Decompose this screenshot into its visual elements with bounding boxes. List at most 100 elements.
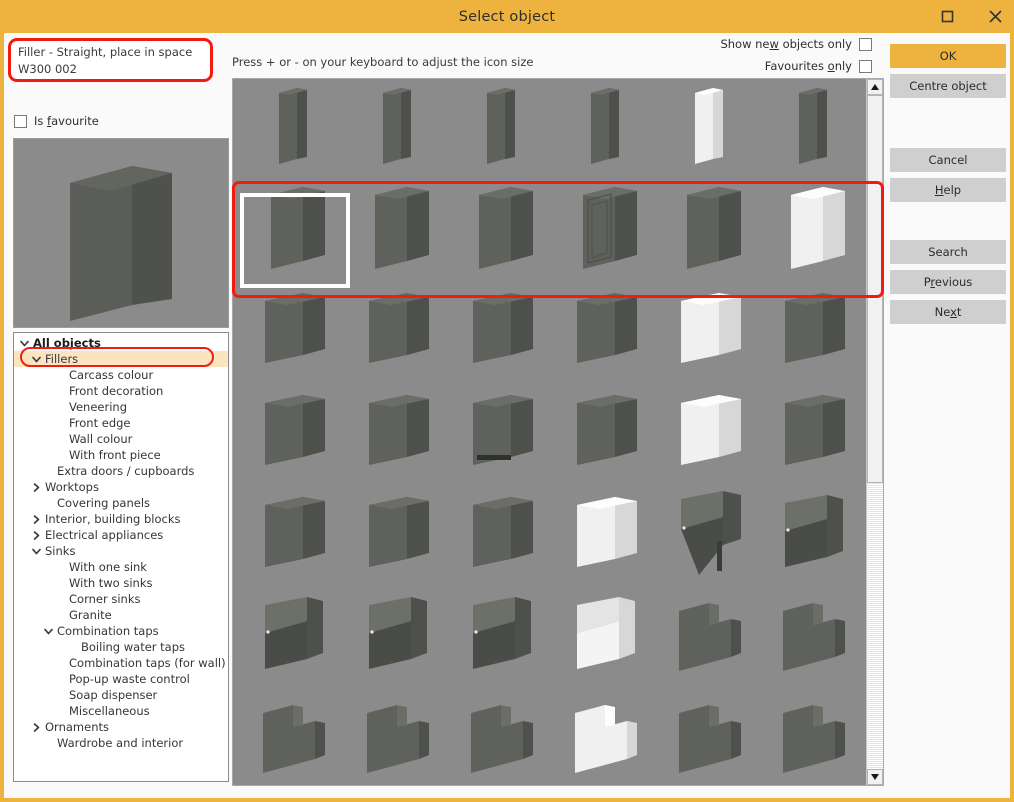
grid-item[interactable]: [245, 275, 349, 377]
grid-item[interactable]: [557, 581, 661, 683]
tree-item-corner-sinks[interactable]: Corner sinks: [14, 591, 228, 607]
previous-button[interactable]: Previous: [890, 270, 1006, 294]
grid-item[interactable]: [453, 173, 557, 275]
grid-item[interactable]: [349, 173, 453, 275]
icon-grid-canvas[interactable]: [233, 79, 867, 785]
grid-item[interactable]: [765, 79, 867, 173]
option-favourites-only[interactable]: Favourites only: [765, 59, 872, 73]
chevron-down-icon[interactable]: [18, 338, 31, 349]
tree-item-all-objects[interactable]: All objects: [14, 335, 228, 351]
tree-item-fillers[interactable]: Fillers: [14, 351, 228, 367]
grid-item[interactable]: [453, 683, 557, 785]
tree-item-covering-panels[interactable]: Covering panels: [14, 495, 228, 511]
object-icon-grid[interactable]: [232, 78, 884, 786]
tree-item-ornaments[interactable]: Ornaments: [14, 719, 228, 735]
is-favourite-row[interactable]: Is favourite: [14, 114, 99, 128]
chevron-down-icon[interactable]: [30, 354, 43, 365]
scrollbar-thumb[interactable]: [867, 95, 883, 483]
tree-item-with-one-sink[interactable]: With one sink: [14, 559, 228, 575]
option-show-new-objects-only[interactable]: Show new objects only: [720, 37, 872, 51]
search-button[interactable]: Search: [890, 240, 1006, 264]
grid-item[interactable]: [557, 683, 661, 785]
grid-item[interactable]: [765, 377, 867, 479]
next-button[interactable]: Next: [890, 300, 1006, 324]
grid-scrollbar[interactable]: [866, 79, 883, 785]
grid-item[interactable]: [661, 683, 765, 785]
grid-item[interactable]: [661, 275, 765, 377]
chevron-right-icon[interactable]: [30, 482, 43, 493]
grid-item[interactable]: [245, 683, 349, 785]
tree-item-combination-taps[interactable]: Combination taps: [14, 623, 228, 639]
tree-item-carcass-colour[interactable]: Carcass colour: [14, 367, 228, 383]
chevron-right-icon[interactable]: [30, 530, 43, 541]
grid-item[interactable]: [349, 683, 453, 785]
grid-item[interactable]: [349, 79, 453, 173]
grid-item[interactable]: [453, 377, 557, 479]
grid-item[interactable]: [765, 173, 867, 275]
grid-item[interactable]: [557, 275, 661, 377]
tree-item-boiling-water-taps[interactable]: Boiling water taps: [14, 639, 228, 655]
centre-object-button[interactable]: Centre object: [890, 74, 1006, 98]
tree-item-pop-up-waste-control[interactable]: Pop-up waste control: [14, 671, 228, 687]
tree-item-front-decoration[interactable]: Front decoration: [14, 383, 228, 399]
scrollbar-track[interactable]: [867, 483, 883, 769]
grid-item[interactable]: [245, 377, 349, 479]
favourites-only-checkbox[interactable]: [859, 60, 872, 73]
grid-item[interactable]: [245, 479, 349, 581]
grid-item[interactable]: [661, 479, 765, 581]
grid-item[interactable]: [557, 79, 661, 173]
tree-item-soap-dispenser[interactable]: Soap dispenser: [14, 687, 228, 703]
tree-item-granite[interactable]: Granite: [14, 607, 228, 623]
tree-item-front-edge[interactable]: Front edge: [14, 415, 228, 431]
grid-item[interactable]: [245, 79, 349, 173]
show-new-objects-only-checkbox[interactable]: [859, 38, 872, 51]
object-preview[interactable]: [13, 138, 229, 328]
grid-item[interactable]: [453, 479, 557, 581]
grid-item[interactable]: [661, 377, 765, 479]
grid-item[interactable]: [349, 377, 453, 479]
grid-item[interactable]: [453, 79, 557, 173]
scroll-down-icon[interactable]: [867, 769, 883, 785]
grid-item[interactable]: [557, 173, 661, 275]
chevron-right-icon[interactable]: [30, 722, 43, 733]
chevron-down-icon[interactable]: [30, 546, 43, 557]
help-button[interactable]: Help: [890, 178, 1006, 202]
category-tree[interactable]: All objectsFillersCarcass colourFront de…: [13, 332, 229, 782]
grid-item[interactable]: [765, 275, 867, 377]
grid-item[interactable]: [349, 581, 453, 683]
tree-item-worktops[interactable]: Worktops: [14, 479, 228, 495]
cancel-button[interactable]: Cancel: [890, 148, 1006, 172]
grid-item[interactable]: [765, 479, 867, 581]
tree-item-wall-colour[interactable]: Wall colour: [14, 431, 228, 447]
grid-item[interactable]: [661, 173, 765, 275]
maximize-icon[interactable]: [934, 4, 960, 30]
close-icon[interactable]: [982, 4, 1008, 30]
scroll-up-icon[interactable]: [867, 79, 883, 95]
tree-item-wardrobe-and-interior[interactable]: Wardrobe and interior: [14, 735, 228, 751]
tree-item-with-two-sinks[interactable]: With two sinks: [14, 575, 228, 591]
grid-item[interactable]: [349, 479, 453, 581]
grid-item[interactable]: [557, 377, 661, 479]
grid-item[interactable]: [245, 173, 349, 275]
tree-item-interior-building-blocks[interactable]: Interior, building blocks: [14, 511, 228, 527]
grid-item[interactable]: [661, 581, 765, 683]
grid-item[interactable]: [661, 79, 765, 173]
grid-item[interactable]: [765, 683, 867, 785]
tree-item-extra-doors-cupboards[interactable]: Extra doors / cupboards: [14, 463, 228, 479]
is-favourite-checkbox[interactable]: [14, 115, 27, 128]
grid-item[interactable]: [453, 581, 557, 683]
tree-item-sinks[interactable]: Sinks: [14, 543, 228, 559]
grid-item[interactable]: [349, 275, 453, 377]
chevron-down-icon[interactable]: [42, 626, 55, 637]
grid-item[interactable]: [765, 581, 867, 683]
tree-item-with-front-piece[interactable]: With front piece: [14, 447, 228, 463]
grid-item[interactable]: [453, 275, 557, 377]
ok-button[interactable]: OK: [890, 44, 1006, 68]
tree-item-veneering[interactable]: Veneering: [14, 399, 228, 415]
tree-item-miscellaneous[interactable]: Miscellaneous: [14, 703, 228, 719]
tree-item-combination-taps-for-wall[interactable]: Combination taps (for wall): [14, 655, 228, 671]
grid-item[interactable]: [557, 479, 661, 581]
chevron-right-icon[interactable]: [30, 514, 43, 525]
grid-item[interactable]: [245, 581, 349, 683]
tree-item-electrical-appliances[interactable]: Electrical appliances: [14, 527, 228, 543]
